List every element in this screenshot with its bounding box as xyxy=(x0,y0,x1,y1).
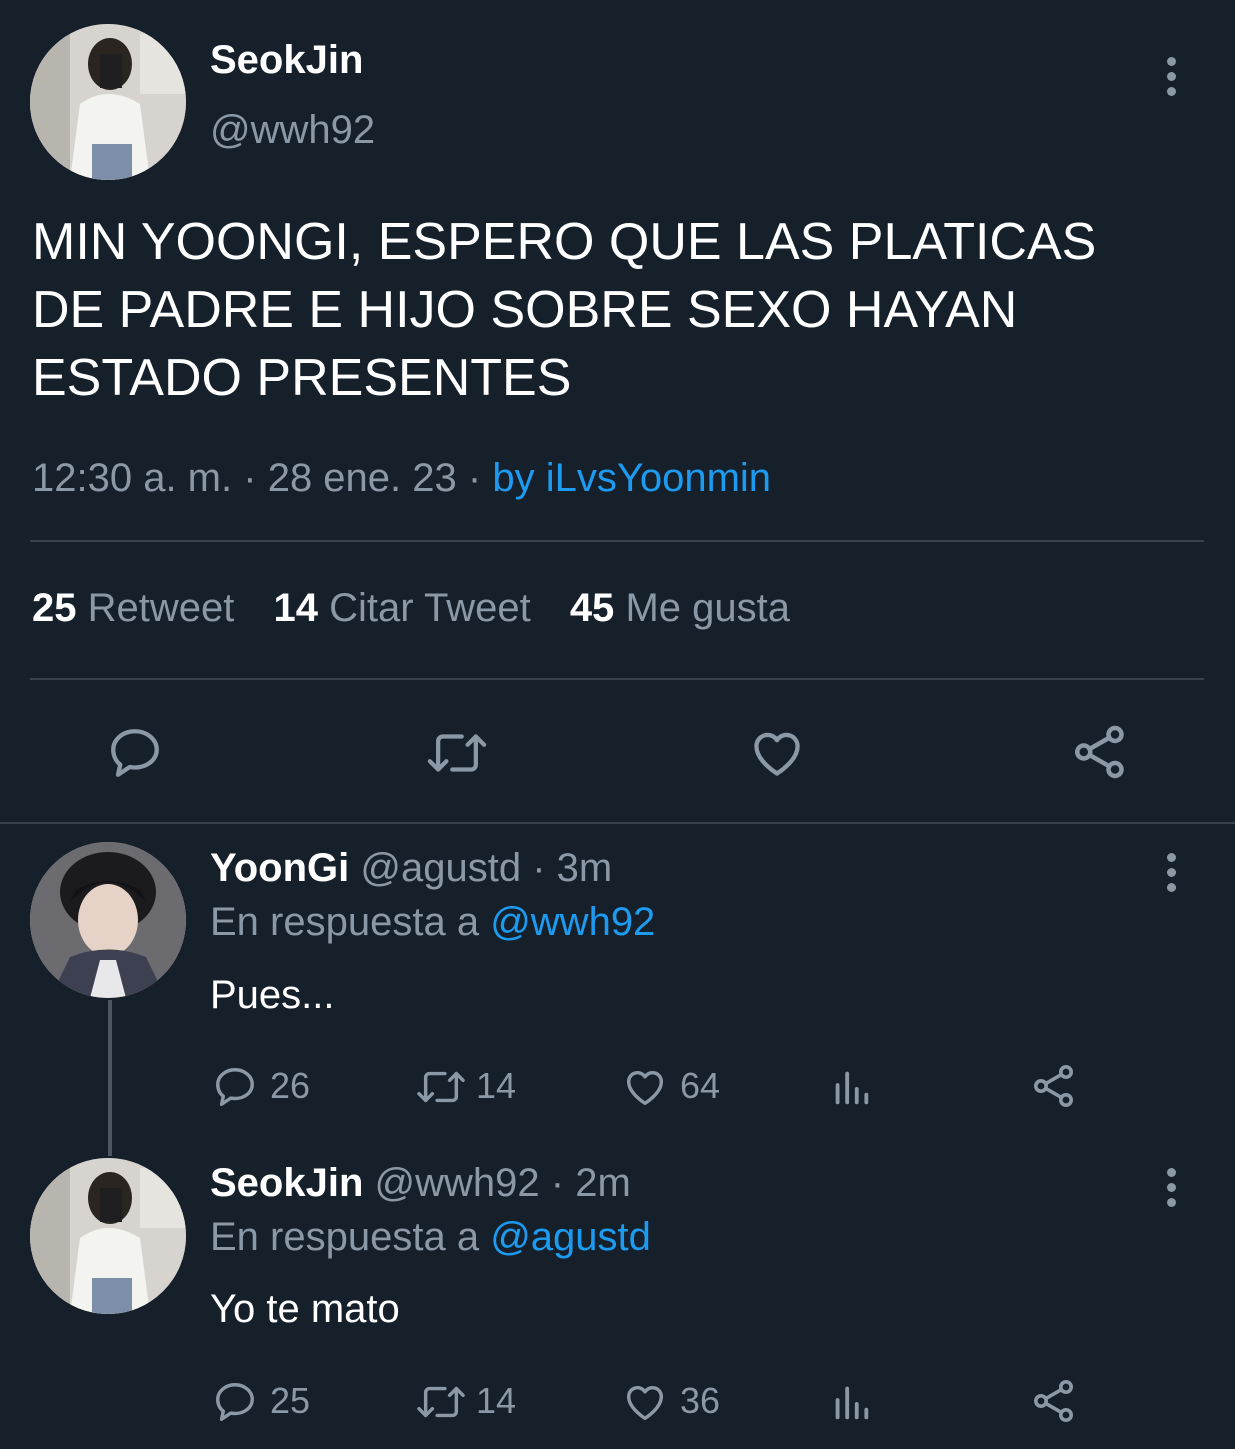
retweet-icon[interactable] xyxy=(424,724,490,782)
retweet-count: 14 xyxy=(476,1380,517,1421)
avatar-photo xyxy=(30,842,186,998)
tweet-text-line: DE PADRE E HIJO SOBRE SEXO HAYAN xyxy=(32,281,1018,339)
tweet-source[interactable]: by iLvsYoonmin xyxy=(492,456,771,500)
reply-avatar[interactable] xyxy=(30,1158,186,1314)
tweet-text: MIN YOONGI, ESPERO QUE LAS PLATICAS DE P… xyxy=(32,208,1096,412)
likes-label: Me gusta xyxy=(625,586,790,630)
reply-icon[interactable] xyxy=(212,1379,258,1425)
share-icon[interactable] xyxy=(1030,1062,1078,1110)
quotes-count: 14 xyxy=(273,586,319,630)
author-avatar[interactable] xyxy=(30,24,186,180)
avatar-photo xyxy=(30,1158,186,1314)
reply-handle[interactable]: @agustd xyxy=(360,846,521,890)
reply-header: YoonGi @agustd · 3m xyxy=(210,846,612,891)
reply-to-label: En respuesta a xyxy=(210,900,480,944)
reply-context: En respuesta a @wwh92 xyxy=(210,900,655,945)
analytics-icon[interactable] xyxy=(828,1379,874,1425)
thread-line xyxy=(108,1000,112,1156)
tweet-time[interactable]: 12:30 a. m. xyxy=(32,456,232,500)
meta-separator: · xyxy=(467,456,482,500)
likes-stat[interactable]: 45 Me gusta xyxy=(570,586,790,630)
reply-icon[interactable] xyxy=(212,1064,258,1110)
tweet-text-line: ESTADO PRESENTES xyxy=(32,349,572,407)
share-icon[interactable] xyxy=(1030,1377,1078,1425)
like-icon[interactable] xyxy=(748,724,806,782)
like-count: 64 xyxy=(680,1065,721,1106)
divider xyxy=(30,540,1204,542)
reply-count: 25 xyxy=(270,1380,311,1421)
quotes-stat[interactable]: 14 Citar Tweet xyxy=(274,586,542,630)
reply-age[interactable]: 3m xyxy=(557,846,613,890)
retweets-count: 25 xyxy=(32,586,77,630)
retweets-stat[interactable]: 25 Retweet xyxy=(32,586,246,630)
retweet-icon[interactable] xyxy=(414,1379,468,1425)
tweet-text-line: MIN YOONGI, ESPERO QUE LAS PLATICAS xyxy=(32,213,1097,271)
likes-count: 45 xyxy=(569,586,615,630)
more-icon[interactable] xyxy=(1165,57,1177,102)
reply-count: 26 xyxy=(270,1065,311,1106)
avatar-photo xyxy=(30,24,186,180)
reply-icon[interactable] xyxy=(106,724,164,782)
tweet-meta: 12:30 a. m. · 28 ene. 23 · by iLvsYoonmi… xyxy=(32,456,771,501)
author-handle[interactable]: @wwh92 xyxy=(210,108,375,153)
section-divider xyxy=(0,822,1235,824)
quotes-label: Citar Tweet xyxy=(329,586,531,630)
share-icon[interactable] xyxy=(1070,722,1130,782)
reply-context: En respuesta a @agustd xyxy=(210,1215,651,1260)
reply-display-name[interactable]: SeokJin xyxy=(210,1161,363,1205)
analytics-icon[interactable] xyxy=(828,1064,874,1110)
retweets-label: Retweet xyxy=(87,586,235,630)
retweet-icon[interactable] xyxy=(414,1064,468,1110)
meta-separator: · xyxy=(550,1161,565,1205)
reply-text: Pues... xyxy=(210,973,335,1017)
like-count: 36 xyxy=(680,1380,721,1421)
reply-header: SeokJin @wwh92 · 2m xyxy=(210,1161,631,1206)
reply-text: Yo te mato xyxy=(210,1287,400,1331)
meta-separator: · xyxy=(532,846,546,890)
author-display-name[interactable]: SeokJin xyxy=(210,38,363,83)
tweet-date[interactable]: 28 ene. 23 xyxy=(268,456,457,500)
reply-avatar[interactable] xyxy=(30,842,186,998)
more-icon[interactable] xyxy=(1165,853,1177,898)
divider xyxy=(30,678,1204,680)
tweet-stats: 25 Retweet 14 Citar Tweet 45 Me gusta xyxy=(32,586,790,631)
like-icon[interactable] xyxy=(622,1379,668,1425)
like-icon[interactable] xyxy=(622,1064,668,1110)
more-icon[interactable] xyxy=(1165,1168,1177,1213)
reply-display-name[interactable]: YoonGi xyxy=(210,846,349,890)
reply-handle[interactable]: @wwh92 xyxy=(375,1161,540,1205)
retweet-count: 14 xyxy=(476,1065,517,1106)
reply-to-handle[interactable]: @wwh92 xyxy=(490,900,655,944)
reply-age[interactable]: 2m xyxy=(575,1161,631,1205)
reply-to-label: En respuesta a xyxy=(210,1215,480,1259)
meta-separator: · xyxy=(243,456,257,500)
reply-to-handle[interactable]: @agustd xyxy=(490,1215,651,1259)
